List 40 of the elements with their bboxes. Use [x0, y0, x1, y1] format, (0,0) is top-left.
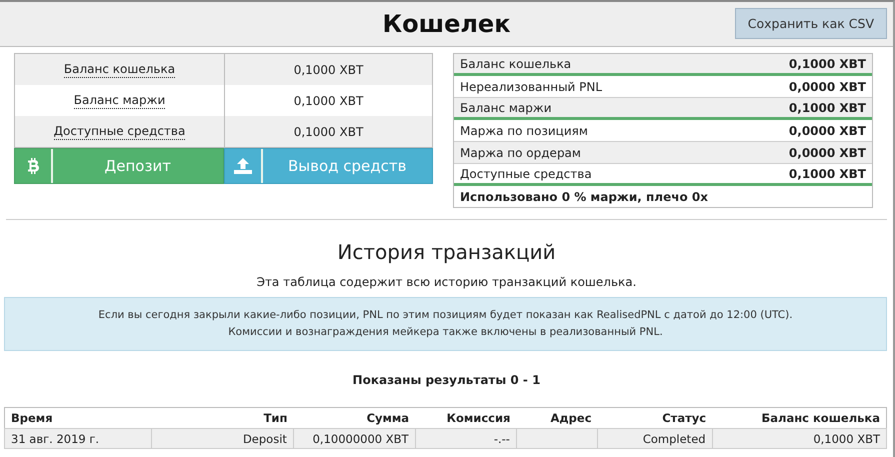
balance-label: Баланс маржи [460, 100, 552, 114]
table-cell: Completed [598, 428, 712, 448]
section-title: История транзакций [337, 240, 556, 264]
table-cell: 31 авг. 2019 г. [4, 428, 152, 448]
table-cell: -.-- [415, 428, 516, 448]
summary-label: Доступные средства [54, 123, 186, 140]
balance-label: Маржа по ордерам [460, 146, 581, 160]
deposit-button[interactable]: Депозит [14, 148, 224, 184]
upload-icon [234, 158, 252, 174]
column-header: Адрес [516, 408, 598, 428]
bitcoin-icon [28, 158, 38, 174]
balance-label: Маржа по позициям [460, 124, 588, 138]
info-notice: Если вы сегодня закрыли какие-либо позиции, PNL по этим позициям будет показан как RealisedPNL с датой до 12:00 (UTC). Комиссии и вознаграждения мейкера также включены в реализованный PNL. [4, 297, 887, 351]
page-title: Кошелек [382, 10, 510, 38]
section-subtitle: Эта таблица содержит всю историю транзакций кошелька. [256, 275, 636, 289]
balance-label: Баланс кошелька [460, 56, 572, 70]
column-header: Сумма [293, 408, 416, 428]
export-csv-button[interactable]: Сохранить как CSV [734, 8, 887, 39]
balance-value: 0,1000 XBT [788, 166, 866, 180]
table-cell: 0,10000000 XBT [293, 428, 416, 448]
results-count: Показаны результаты 0 - 1 [352, 373, 540, 387]
column-header: Баланс кошелька [712, 408, 886, 428]
balance-label: Доступные средства [460, 166, 592, 180]
column-header: Комиссия [415, 408, 516, 428]
balance-value: 0,0000 XBT [788, 80, 866, 94]
column-header: Статус [598, 408, 712, 428]
column-header: Время [4, 408, 152, 428]
table-cell: Deposit [152, 428, 294, 448]
summary-label: Баланс кошелька [64, 61, 176, 78]
summary-value: 0,1000 XBT [224, 116, 432, 147]
balance-value: 0,0000 XBT [788, 146, 866, 160]
column-header: Тип [152, 408, 294, 428]
balance-label: Нереализованный PNL [460, 80, 602, 94]
table-cell: 0,1000 XBT [712, 428, 886, 448]
balance-value: 0,1000 XBT [788, 100, 866, 114]
balance-value: 0,1000 XBT [788, 56, 866, 70]
margin-usage-text: Использовано 0 % маржи, плечо 0x [459, 188, 709, 206]
balance-value: 0,0000 XBT [788, 124, 866, 138]
summary-label: Баланс маржи [74, 92, 166, 109]
withdraw-button[interactable]: Вывод средств [224, 148, 433, 184]
